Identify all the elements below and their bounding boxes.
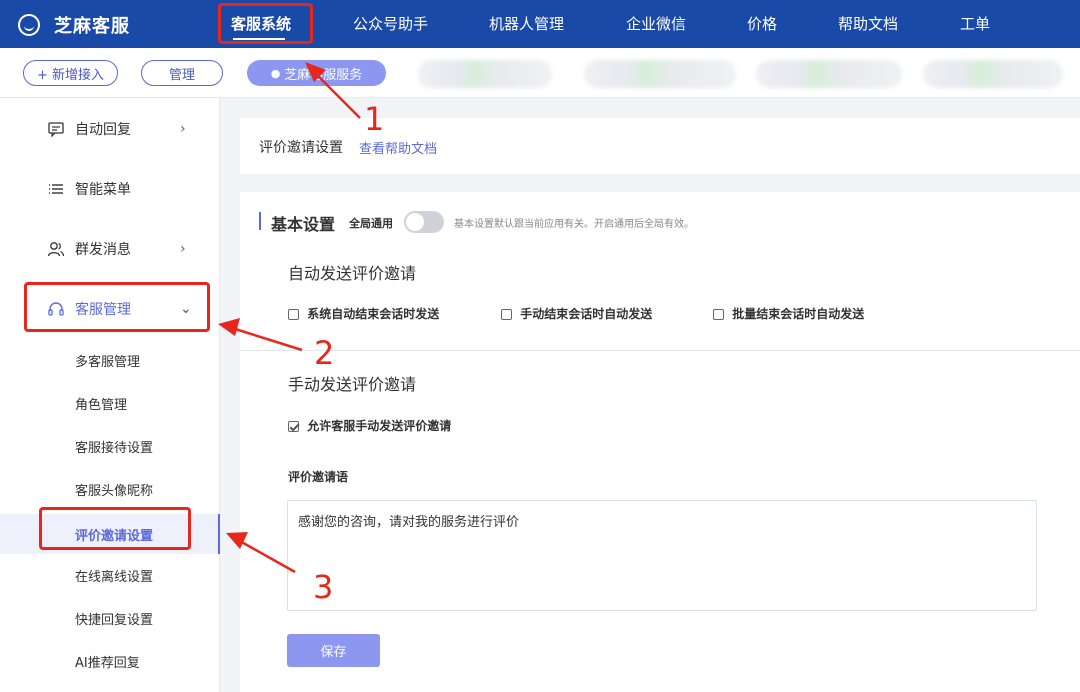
save-button[interactable]: 保存 [287, 634, 380, 667]
global-label: 全局通用 [349, 217, 393, 230]
sidebar-sub-label: 客服接待设置 [75, 440, 154, 456]
global-hint: 基本设置默认跟当前应用有关。开启通用后全局有效。 [454, 219, 694, 230]
invite-text-input[interactable]: 感谢您的咨询，请对我的服务进行评价 [287, 500, 1037, 611]
sidebar-sub-label: 快捷回复设置 [75, 612, 154, 628]
page-title: 评价邀请设置 [259, 140, 343, 156]
auto-send-option-batch[interactable]: 批量结束会话时自动发送 [713, 305, 864, 322]
nav-item-ticket[interactable]: 工单 [960, 13, 990, 34]
auto-send-option-manual[interactable]: 手动结束会话时自动发送 [501, 305, 652, 322]
auto-send-title: 自动发送评价邀请 [288, 264, 417, 283]
nav-item-robot[interactable]: 机器人管理 [489, 13, 564, 34]
blurred-account-1[interactable] [418, 60, 552, 88]
sidebar-sub-label: AI推荐回复 [75, 655, 140, 671]
sidebar-sub-avatar-nickname[interactable]: 客服头像昵称 [0, 472, 220, 506]
wechat-icon: ● [270, 66, 281, 80]
blurred-account-2[interactable] [584, 60, 736, 88]
checkbox-label: 允许客服手动发送评价邀请 [307, 419, 452, 433]
nav-item-wecom[interactable]: 企业微信 [626, 13, 686, 34]
checkbox[interactable] [288, 309, 299, 320]
sidebar-sub-roles[interactable]: 角色管理 [0, 386, 220, 420]
annotation-number-1: 1 [364, 100, 385, 138]
allow-manual-send-option[interactable]: 允许客服手动发送评价邀请 [288, 417, 451, 434]
checkbox-label: 批量结束会话时自动发送 [732, 307, 865, 321]
settings-panel: 基本设置 全局通用 基本设置默认跟当前应用有关。开启通用后全局有效。 自动发送评… [240, 192, 1080, 692]
invite-text-label: 评价邀请语 [288, 470, 349, 484]
sidebar-item-smart-menu[interactable]: 智能菜单 [0, 169, 220, 209]
annotation-number-2: 2 [314, 334, 335, 372]
annotation-box-1 [218, 3, 313, 44]
users-icon [47, 242, 65, 257]
manage-button[interactable]: 管理 [141, 60, 223, 86]
sidebar-sub-label: 客服头像昵称 [75, 483, 154, 499]
blurred-account-4[interactable] [923, 60, 1063, 88]
sidebar-sub-online-offline[interactable]: 在线离线设置 [0, 558, 220, 592]
section-marker [259, 212, 261, 230]
sidebar-item-mass-message[interactable]: 群发消息 › [0, 229, 220, 269]
sidebar-sub-quick-reply[interactable]: 快捷回复设置 [0, 601, 220, 635]
checkbox-checked[interactable] [288, 421, 299, 432]
nav-item-help[interactable]: 帮助文档 [838, 13, 898, 34]
nav-item-price[interactable]: 价格 [747, 13, 777, 34]
sidebar-item-auto-reply[interactable]: 自动回复 › [0, 109, 220, 149]
help-doc-link[interactable]: 查看帮助文档 [359, 138, 437, 157]
checkbox-label: 手动结束会话时自动发送 [520, 307, 653, 321]
nav-item-gongzhonghao[interactable]: 公众号助手 [353, 13, 428, 34]
sidebar-sub-ai-reply[interactable]: AI推荐回复 [0, 644, 220, 678]
sidebar-item-label: 自动回复 [75, 122, 131, 138]
service-account-label: 芝麻客服服务 [284, 67, 363, 83]
blurred-account-3[interactable] [756, 60, 902, 88]
service-account-button[interactable]: ● 芝麻客服服务 [247, 60, 386, 86]
checkbox[interactable] [501, 309, 512, 320]
sidebar-sub-label: 角色管理 [75, 397, 128, 413]
list-icon [49, 184, 63, 194]
sidebar-item-label: 群发消息 [75, 242, 131, 258]
section-divider [240, 350, 1080, 351]
app-logo[interactable]: 芝麻客服 [18, 12, 130, 38]
chevron-right-icon: › [180, 121, 186, 137]
manual-send-title: 手动发送评价邀请 [288, 375, 417, 394]
auto-send-option-system[interactable]: 系统自动结束会话时发送 [288, 305, 439, 322]
chat-box-icon [48, 122, 64, 138]
checkbox-label: 系统自动结束会话时发送 [307, 307, 440, 321]
app-title: 芝麻客服 [54, 16, 130, 37]
sidebar: 自动回复 › 智能菜单 群发消息 › 客服管理 ⌄ 多客服管理 角色管理 客服接… [0, 98, 220, 692]
sidebar-sub-reception[interactable]: 客服接待设置 [0, 429, 220, 463]
top-nav: 芝麻客服 客服系统 公众号助手 机器人管理 企业微信 价格 帮助文档 工单 [0, 0, 1080, 48]
annotation-number-3: 3 [313, 568, 334, 606]
sidebar-item-label: 智能菜单 [75, 182, 131, 198]
global-toggle[interactable] [404, 211, 444, 233]
logo-icon [18, 14, 40, 36]
sidebar-sub-label: 多客服管理 [75, 354, 141, 370]
chevron-right-icon: › [180, 241, 186, 257]
annotation-box-3 [39, 507, 191, 550]
sidebar-sub-multi-agent[interactable]: 多客服管理 [0, 343, 220, 377]
annotation-box-2 [24, 282, 210, 332]
add-access-button[interactable]: + 新增接入 [23, 60, 118, 86]
checkbox[interactable] [713, 309, 724, 320]
sidebar-sub-label: 在线离线设置 [75, 569, 154, 585]
basic-settings-title: 基本设置 [271, 215, 336, 234]
